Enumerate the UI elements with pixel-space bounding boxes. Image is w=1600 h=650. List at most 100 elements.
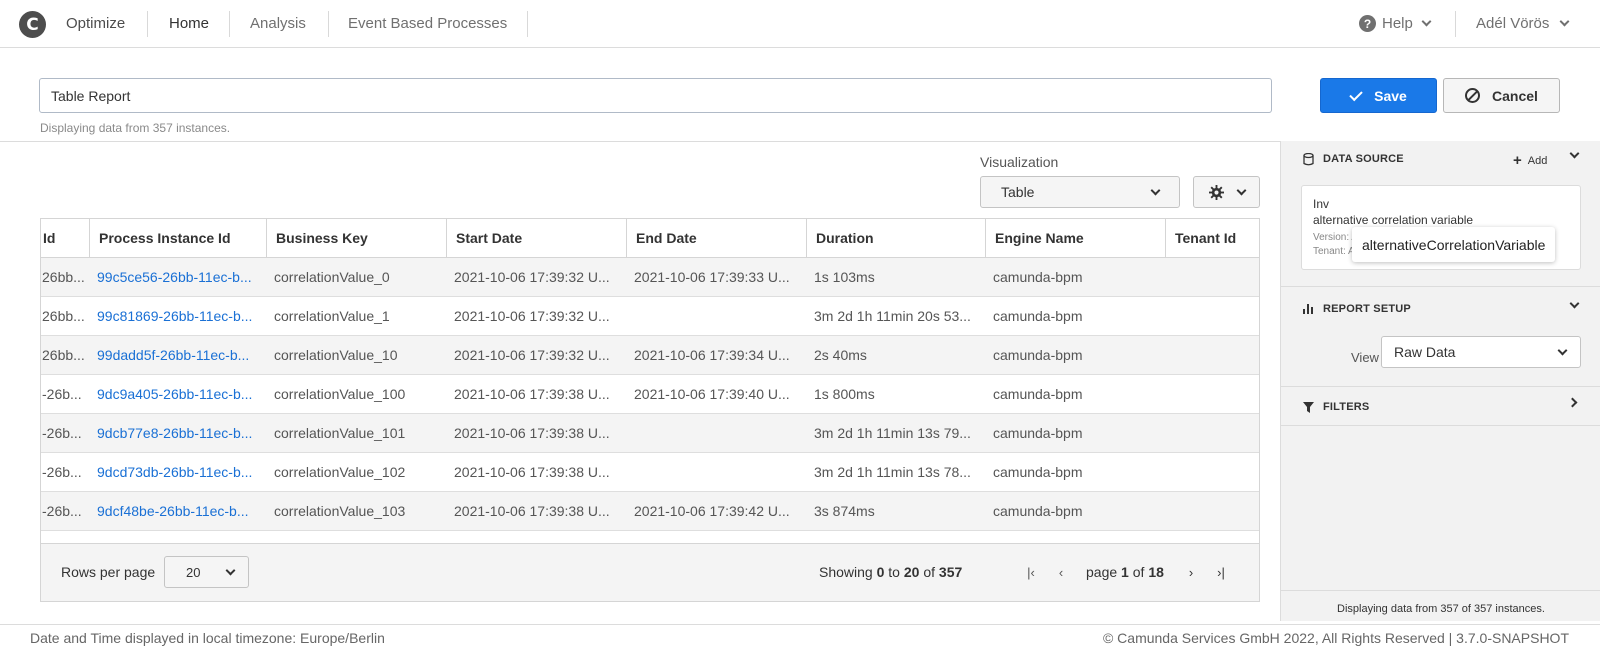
- copyright-text: © Camunda Services GmbH 2022, All Rights…: [1102, 630, 1569, 646]
- panel-instance-count: Displaying data from 357 of 357 instance…: [1281, 590, 1600, 626]
- view-label: View: [1351, 350, 1379, 365]
- cell-process-instance-id[interactable]: 9dcd73db-26bb-11ec-b...: [92, 453, 267, 491]
- user-menu[interactable]: Adél Vörös: [1476, 15, 1570, 32]
- column-header-tenant-id[interactable]: Tenant Id: [1166, 219, 1259, 257]
- table-row: 26bb... 99c81869-26bb-11ec-b... correlatio…: [41, 297, 1259, 336]
- showing-prefix: Showing: [819, 564, 873, 580]
- chevron-down-icon: [225, 565, 236, 575]
- cell-business-key: correlationValue_103: [274, 503, 406, 519]
- help-label: Help: [1382, 15, 1413, 32]
- cell-duration: 3m 2d 1h 11min 13s 78...: [814, 464, 971, 480]
- report-setup-section-header: REPORT SETUP: [1281, 291, 1600, 327]
- cell-start-date: 2021-10-06 17:39:32 U...: [454, 308, 610, 324]
- cell-id: 26bb...: [42, 269, 85, 285]
- help-menu[interactable]: ? Help: [1359, 15, 1432, 32]
- cell-process-instance-id[interactable]: 9dd11cb1-26bb-11ec-b...: [92, 531, 267, 543]
- cell-end-date: [629, 297, 807, 335]
- first-page-icon[interactable]: |‹: [1020, 558, 1042, 586]
- page-indicator: page 1 of 18: [1086, 564, 1164, 580]
- section-divider: [1281, 286, 1600, 287]
- add-data-source-button[interactable]: + Add: [1513, 152, 1547, 169]
- page-total: 18: [1148, 564, 1164, 580]
- save-button[interactable]: Save: [1320, 78, 1437, 113]
- visualization-selected-value: Table: [1001, 184, 1035, 200]
- cell-process-instance-id[interactable]: 99dadd5f-26bb-11ec-b...: [92, 336, 267, 374]
- report-name-input[interactable]: [39, 78, 1272, 113]
- rows-per-page-label: Rows per page: [61, 564, 156, 580]
- table-row: -26b... 9dcd73db-26bb-11ec-b... correlatio…: [41, 453, 1259, 492]
- cell-process-instance-id[interactable]: 9dc9a405-26bb-11ec-b...: [92, 375, 267, 413]
- cell-business-key: correlationValue_100: [274, 386, 406, 402]
- cell-process-instance-id[interactable]: 99c81869-26bb-11ec-b...: [92, 297, 267, 335]
- next-page-icon[interactable]: ›: [1180, 558, 1202, 586]
- cell-start-date: 2021-10-06 17:39:38 U...: [454, 386, 610, 402]
- last-page-icon[interactable]: ›|: [1210, 558, 1232, 586]
- cell-start-date: 2021-10-06 17:39:32 U...: [454, 347, 610, 363]
- cell-id: 26bb...: [42, 308, 85, 324]
- cell-tenant-id: [1168, 258, 1259, 296]
- data-source-card[interactable]: Inv alternative correlation variable Ver…: [1301, 185, 1581, 270]
- rows-per-page-select[interactable]: 20: [164, 556, 249, 588]
- cell-tenant-id: [1168, 531, 1259, 543]
- cell-tenant-id: [1168, 492, 1259, 530]
- report-control-panel: DATA SOURCE + Add Inv alternative correl…: [1280, 141, 1600, 621]
- database-icon: [1301, 152, 1315, 166]
- cell-engine-name: camunda-bpm: [993, 425, 1083, 441]
- nav-divider: [328, 11, 329, 37]
- section-divider: [1281, 425, 1600, 426]
- cell-business-key: correlationValue_1: [274, 308, 390, 324]
- previous-page-icon[interactable]: ‹: [1050, 558, 1072, 586]
- column-header-engine-name[interactable]: Engine Name: [986, 219, 1166, 257]
- cell-duration: 2s 40ms: [814, 347, 867, 363]
- cancel-button[interactable]: Cancel: [1443, 78, 1560, 113]
- cell-business-key: correlationValue_10: [274, 347, 398, 363]
- filters-heading: FILTERS: [1323, 401, 1370, 413]
- cell-duration: 1s 103ms: [814, 269, 875, 285]
- cell-end-date: 2021-10-06 17:39:40 U...: [634, 386, 790, 402]
- nav-item-home[interactable]: Home: [169, 15, 209, 32]
- report-setup-heading: REPORT SETUP: [1323, 303, 1411, 315]
- page-footer: Date and Time displayed in local timezon…: [0, 624, 1600, 650]
- cell-end-date: [629, 453, 807, 491]
- column-header-duration[interactable]: Duration: [807, 219, 986, 257]
- visualization-settings-button[interactable]: [1193, 176, 1260, 208]
- visualization-label: Visualization: [980, 154, 1059, 170]
- chevron-down-icon: [1150, 185, 1161, 195]
- filters-section-header[interactable]: FILTERS: [1281, 389, 1600, 425]
- view-selected-value: Raw Data: [1394, 344, 1456, 360]
- column-header-start-date[interactable]: Start Date: [447, 219, 627, 257]
- data-source-tooltip: alternativeCorrelationVariable: [1352, 227, 1556, 262]
- cell-duration: 1s 751ms: [809, 531, 986, 543]
- cell-process-instance-id[interactable]: 9dcb77e8-26bb-11ec-b...: [92, 414, 267, 452]
- cell-process-instance-id[interactable]: 9dcf48be-26bb-11ec-b...: [92, 492, 267, 530]
- cell-engine-name: camunda-bpm: [993, 347, 1083, 363]
- column-header-end-date[interactable]: End Date: [627, 219, 807, 257]
- showing-total: 357: [938, 564, 963, 580]
- table-row: 26bb... 99dadd5f-26bb-11ec-b... correlatio…: [41, 336, 1259, 375]
- cell-start-date: 2021-10-06 17:39:38 U...: [454, 503, 610, 519]
- data-source-name-prefix: Inv: [1313, 197, 1330, 211]
- nav-item-analysis[interactable]: Analysis: [250, 15, 306, 32]
- cell-process-instance-id[interactable]: 99c5ce56-26bb-11ec-b...: [92, 258, 267, 296]
- visualization-select[interactable]: Table: [980, 176, 1180, 208]
- showing-of-word: of: [923, 564, 936, 580]
- cell-engine-name: camunda-bpm: [993, 464, 1083, 480]
- top-navigation: C Optimize Home Analysis Event Based Pro…: [0, 0, 1600, 48]
- cell-id: -26b...: [41, 531, 90, 543]
- question-circle-icon: ?: [1359, 15, 1376, 32]
- column-header-business-key[interactable]: Business Key: [267, 219, 447, 257]
- brand-name[interactable]: Optimize: [66, 15, 125, 32]
- cell-tenant-id: [1168, 297, 1259, 335]
- column-header-id[interactable]: Id: [41, 219, 90, 257]
- column-header-process-instance-id[interactable]: Process Instance Id: [90, 219, 267, 257]
- cell-duration: 3m 2d 1h 11min 20s 53...: [814, 308, 971, 324]
- showing-to-word: to: [888, 564, 900, 580]
- nav-divider: [147, 11, 148, 37]
- view-select[interactable]: Raw Data: [1381, 336, 1581, 368]
- camunda-logo-icon[interactable]: C: [19, 11, 46, 38]
- nav-item-event-based-processes[interactable]: Event Based Processes: [348, 15, 507, 32]
- gear-icon: [1208, 184, 1224, 200]
- cell-business-key: correlationValue_104: [269, 531, 447, 543]
- check-icon: [1349, 87, 1363, 101]
- cell-engine-name: camunda-bpm: [993, 386, 1083, 402]
